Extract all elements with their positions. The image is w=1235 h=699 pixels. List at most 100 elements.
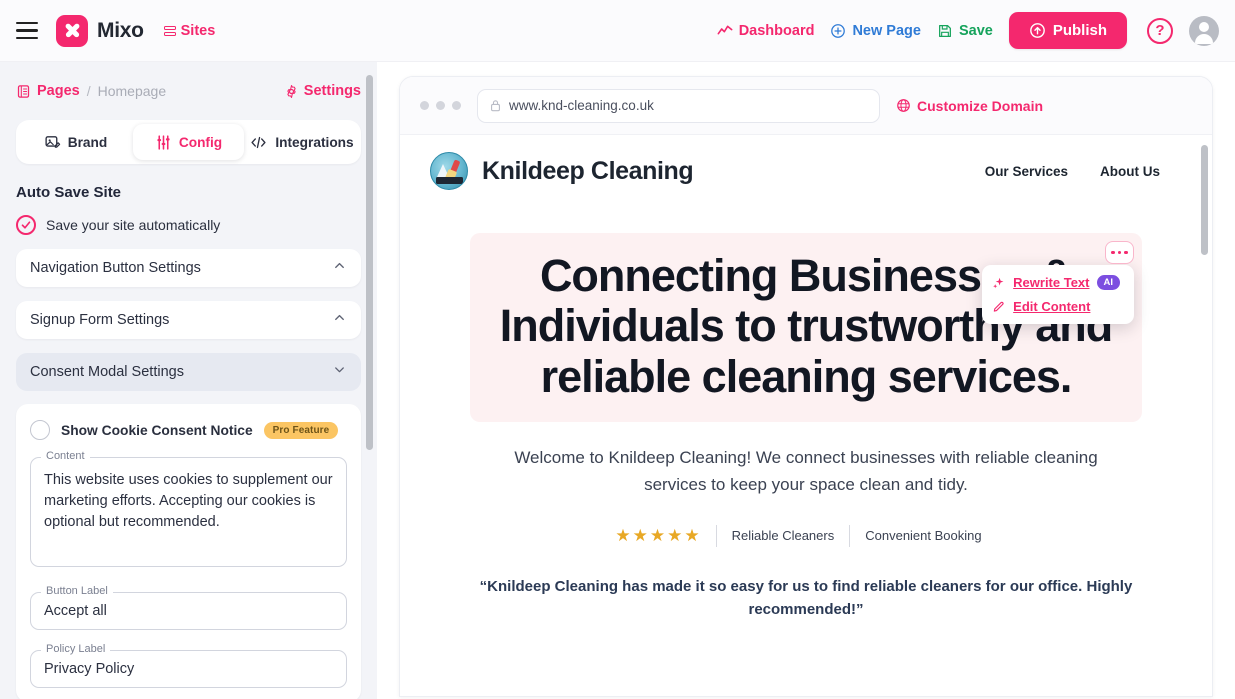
save-label: Save <box>958 22 993 39</box>
brand-name: Mixo <box>97 18 144 42</box>
consent-modal-panel: Show Cookie Consent Notice Pro Feature C… <box>16 404 361 699</box>
edit-content-menu-item[interactable]: Edit Content <box>992 299 1120 314</box>
code-icon <box>251 136 266 148</box>
accordion-label: Consent Modal Settings <box>30 364 184 380</box>
accordion-navigation-button-settings[interactable]: Navigation Button Settings <box>16 249 361 287</box>
dashboard-label: Dashboard <box>738 22 815 39</box>
sites-label: Sites <box>180 22 216 39</box>
tab-brand-label: Brand <box>67 134 108 150</box>
tab-config[interactable]: Config <box>133 124 244 160</box>
accordion-label: Signup Form Settings <box>30 312 170 328</box>
sites-icon <box>163 25 176 36</box>
new-page-button[interactable]: New Page <box>830 23 921 39</box>
autosave-checkbox-row[interactable]: Save your site automatically <box>16 215 361 235</box>
settings-link[interactable]: Settings <box>284 83 361 99</box>
top-bar-actions: Dashboard New Page Save Publish ? <box>717 12 1235 49</box>
site-title: Knildeep Cleaning <box>482 156 694 185</box>
hero-heading-block[interactable]: Connecting Businesses & Individuals to t… <box>470 233 1142 423</box>
site-nav-about-us[interactable]: About Us <box>1100 164 1160 179</box>
cookie-consent-toggle-row[interactable]: Show Cookie Consent Notice Pro Feature <box>30 420 347 440</box>
sidebar-scrollbar[interactable] <box>366 75 373 450</box>
url-text: www.knd-cleaning.co.uk <box>509 98 654 113</box>
site-logo-icon <box>430 152 468 190</box>
accordion-label: Navigation Button Settings <box>30 260 201 276</box>
sidebar-tabs: Brand Config Integrations <box>16 120 361 164</box>
mixo-mark-icon <box>56 14 88 47</box>
tab-integrations-label: Integrations <box>275 134 354 150</box>
checkbox-unchecked-icon[interactable] <box>30 420 50 440</box>
site-nav-our-services[interactable]: Our Services <box>985 164 1068 179</box>
autosave-title: Auto Save Site <box>16 184 122 201</box>
rewrite-text-menu-item[interactable]: Rewrite Text AI <box>992 275 1120 290</box>
site-navbar: Knildeep Cleaning Our Services About Us <box>400 135 1212 207</box>
lock-icon <box>491 100 500 112</box>
chevron-up-icon <box>332 258 347 278</box>
element-edit-menu: Rewrite Text AI Edit Content <box>982 265 1134 324</box>
customize-domain-button[interactable]: Customize Domain <box>896 98 1043 114</box>
edit-content-label: Edit Content <box>1013 299 1091 314</box>
site-preview: Knildeep Cleaning Our Services About Us … <box>400 135 1212 696</box>
window-dots-icon <box>420 101 461 110</box>
breadcrumb-current-label: Homepage <box>97 83 167 99</box>
consent-button-legend: Button Label <box>41 585 113 597</box>
consent-button-input[interactable] <box>30 592 347 630</box>
url-input[interactable]: www.knd-cleaning.co.uk <box>477 88 880 123</box>
tab-brand[interactable]: Brand <box>20 124 131 160</box>
hamburger-icon[interactable] <box>16 21 38 40</box>
rewrite-text-label: Rewrite Text <box>1013 275 1090 290</box>
dashboard-button[interactable]: Dashboard <box>717 22 815 39</box>
more-options-icon[interactable] <box>1105 241 1134 264</box>
sites-link[interactable]: Sites <box>163 22 216 39</box>
star-rating-icon: ★★★★★ <box>615 525 702 545</box>
accordion-consent-modal-settings[interactable]: Consent Modal Settings <box>16 353 361 391</box>
browser-frame: www.knd-cleaning.co.uk Customize Domain … <box>399 76 1213 697</box>
breadcrumb-pages-link[interactable]: Pages <box>16 83 80 99</box>
breadcrumb: Pages / Homepage Settings <box>16 62 361 106</box>
preview-scrollbar[interactable] <box>1201 145 1208 255</box>
autosave-label: Save your site automatically <box>46 217 221 233</box>
globe-icon <box>897 99 910 112</box>
customize-domain-label: Customize Domain <box>917 97 1044 114</box>
top-bar: Mixo Sites Dashboard New Page Save Publi… <box>0 0 1235 62</box>
stat-convenient-booking: Convenient Booking <box>865 528 982 544</box>
publish-label: Publish <box>1052 22 1107 39</box>
chevron-down-icon <box>332 362 347 382</box>
plus-circle-icon <box>831 23 846 38</box>
tab-config-label: Config <box>178 134 223 150</box>
consent-policy-input[interactable] <box>30 650 347 688</box>
social-proof-row: ★★★★★ Reliable Cleaners Convenient Booki… <box>400 524 1212 547</box>
breadcrumb-separator: / <box>86 83 91 99</box>
help-label: ? <box>1155 22 1165 39</box>
consent-content-legend: Content <box>41 450 90 462</box>
trend-line-icon <box>717 25 733 34</box>
sparkle-icon <box>993 277 1004 288</box>
accordion-signup-form-settings[interactable]: Signup Form Settings <box>16 301 361 339</box>
cookie-consent-label: Show Cookie Consent Notice <box>61 422 253 438</box>
consent-policy-legend: Policy Label <box>41 643 111 655</box>
floppy-disk-icon <box>938 24 951 37</box>
stat-reliable-cleaners: Reliable Cleaners <box>731 528 835 544</box>
consent-button-label-field: Button Label <box>30 585 347 630</box>
tab-integrations[interactable]: Integrations <box>246 124 357 160</box>
consent-content-field: Content This website uses cookies to sup… <box>30 450 347 572</box>
testimonial-quote: “Knildeep Cleaning has made it so easy f… <box>479 577 1133 618</box>
sliders-icon <box>157 134 170 150</box>
avatar[interactable] <box>1189 15 1219 46</box>
hero-subheading: Welcome to Knildeep Cleaning! We connect… <box>514 448 1098 495</box>
new-page-label: New Page <box>852 22 921 39</box>
pencil-icon <box>993 301 1004 312</box>
publish-upload-icon <box>1029 23 1045 38</box>
settings-label: Settings <box>303 83 361 99</box>
image-edit-icon <box>45 135 60 148</box>
consent-content-textarea[interactable]: This website uses cookies to supplement … <box>30 457 347 567</box>
preview-area: www.knd-cleaning.co.uk Customize Domain … <box>377 62 1235 699</box>
publish-button[interactable]: Publish <box>1008 12 1127 49</box>
check-circle-icon <box>16 215 36 235</box>
pages-icon <box>17 84 30 98</box>
help-icon[interactable]: ? <box>1147 17 1173 44</box>
settings-sidebar: Pages / Homepage Settings Brand Config I… <box>0 62 377 699</box>
save-button[interactable]: Save <box>937 23 993 39</box>
consent-policy-label-field: Policy Label <box>30 643 347 688</box>
pro-feature-badge: Pro Feature <box>263 421 339 439</box>
brand-logo[interactable]: Mixo <box>56 14 144 47</box>
